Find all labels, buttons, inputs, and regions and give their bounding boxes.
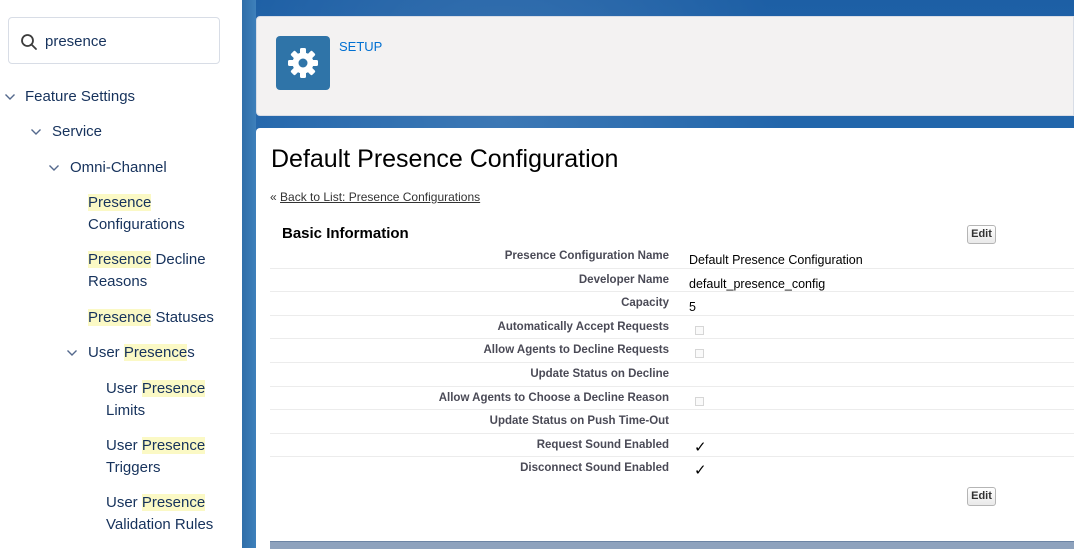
tree-item-label: Omni-Channel (70, 159, 167, 176)
tree-item-label: Service (52, 123, 103, 140)
setup-tile (276, 36, 330, 90)
field-label: Automatically Accept Requests (497, 320, 669, 333)
tree-item-user-presence-limits[interactable]: User Presence Limits (106, 378, 206, 422)
checkbox-unchecked-icon (695, 396, 704, 406)
search-highlight: Presence (141, 437, 206, 454)
setup-header: SETUP (256, 16, 1074, 116)
quick-find-input[interactable] (45, 30, 215, 52)
tree-item-presence-statuses[interactable]: Presence Statuses (88, 307, 214, 329)
tree-item-label: Decline (151, 251, 206, 268)
sidebar-divider (242, 0, 256, 548)
field-label: Request Sound Enabled (536, 438, 669, 451)
edit-button-bottom[interactable]: Edit (967, 487, 996, 506)
field-label: Disconnect Sound Enabled (520, 462, 669, 475)
detail-row: Update Status on Push Time-Out (270, 410, 1074, 434)
detail-row: Allow Agents to Choose a Decline Reason (270, 387, 1074, 411)
tree-item-label: User (106, 437, 142, 454)
tree-item-feature-settings[interactable]: Feature Settings (25, 86, 135, 108)
search-highlight: Presence (123, 344, 188, 361)
field-label: Update Status on Push Time-Out (489, 415, 669, 428)
field-value: default_presence_config (689, 276, 826, 291)
chevron-down-icon[interactable] (4, 91, 16, 103)
detail-row: Update Status on Decline (270, 363, 1074, 387)
search-highlight: Presence (141, 494, 206, 511)
edit-button-top[interactable]: Edit (967, 225, 996, 244)
field-value: Default Presence Configuration (689, 253, 863, 267)
checkmark-icon: ✓ (694, 462, 707, 480)
tree-item-service[interactable]: Service (52, 121, 102, 143)
tree-item-label: s (187, 344, 195, 361)
quick-find-box[interactable] (8, 17, 220, 64)
detail-page: Default Presence Configuration « Back to… (256, 128, 1074, 549)
detail-table: Presence Configuration Name Default Pres… (270, 245, 1074, 480)
tree-item-user-presences[interactable]: User Presences (88, 342, 195, 364)
detail-row: Request Sound Enabled ✓ (270, 434, 1074, 458)
page-title: Default Presence Configuration (271, 145, 619, 173)
search-highlight: Presence (88, 251, 152, 268)
tree-item-user-presence-triggers[interactable]: User Presence Triggers (106, 435, 206, 479)
search-icon (21, 34, 37, 50)
tree-item-label: Configurations (88, 216, 185, 233)
setup-breadcrumb[interactable]: SETUP (339, 39, 382, 54)
detail-row: Capacity 5 (270, 292, 1074, 316)
field-label: Allow Agents to Decline Requests (483, 344, 669, 357)
checkbox-unchecked-icon (695, 325, 704, 335)
tree-item-label: Feature Settings (25, 88, 136, 105)
tree-item-label: Reasons (88, 273, 148, 290)
back-prefix: « (270, 190, 277, 204)
search-highlight: Presence (88, 194, 152, 211)
tree-item-label: Statuses (151, 309, 214, 326)
breadcrumb: « Back to List: Presence Configurations (270, 190, 480, 204)
search-highlight: Presence (141, 380, 206, 397)
detail-row: Developer Name default_presence_config (270, 269, 1074, 293)
detail-row: Disconnect Sound Enabled ✓ (270, 457, 1074, 480)
chevron-down-icon[interactable] (66, 347, 78, 359)
section-title: Basic Information (282, 225, 409, 242)
tree-item-label: Triggers (106, 459, 161, 476)
tree-item-label: User (106, 380, 142, 397)
chevron-down-icon[interactable] (30, 126, 42, 138)
detail-row: Allow Agents to Decline Requests (270, 339, 1074, 363)
tree-item-label: User (106, 494, 142, 511)
checkmark-icon: ✓ (694, 438, 707, 456)
chevron-down-icon[interactable] (48, 162, 60, 174)
field-label: Developer Name (578, 273, 669, 286)
checkbox-unchecked-icon (695, 349, 704, 359)
back-to-list-link[interactable]: Back to List: Presence Configurations (280, 190, 480, 204)
tree-item-label: Validation Rules (106, 516, 214, 533)
detail-row: Presence Configuration Name Default Pres… (270, 245, 1074, 269)
field-label: Presence Configuration Name (504, 250, 669, 262)
tree-item-user-presence-validation-rules[interactable]: User Presence Validation Rules (106, 492, 213, 536)
gear-icon (288, 48, 318, 78)
field-label: Capacity (621, 297, 669, 310)
tree-item-presence-configurations[interactable]: Presence Configurations (88, 192, 185, 236)
field-label: Update Status on Decline (530, 367, 669, 380)
field-label: Allow Agents to Choose a Decline Reason (438, 391, 669, 404)
tree-item-presence-decline-reasons[interactable]: Presence Decline Reasons (88, 249, 206, 293)
detail-row: Automatically Accept Requests (270, 316, 1074, 340)
tree-item-label: Limits (106, 402, 146, 419)
field-value: 5 (689, 300, 696, 315)
tree-item-label: User (88, 344, 124, 361)
search-highlight: Presence (88, 309, 152, 326)
tree-item-omni-channel[interactable]: Omni-Channel (70, 157, 167, 179)
setup-sidebar: Feature Settings Service Omni-Channel Pr… (0, 0, 242, 548)
